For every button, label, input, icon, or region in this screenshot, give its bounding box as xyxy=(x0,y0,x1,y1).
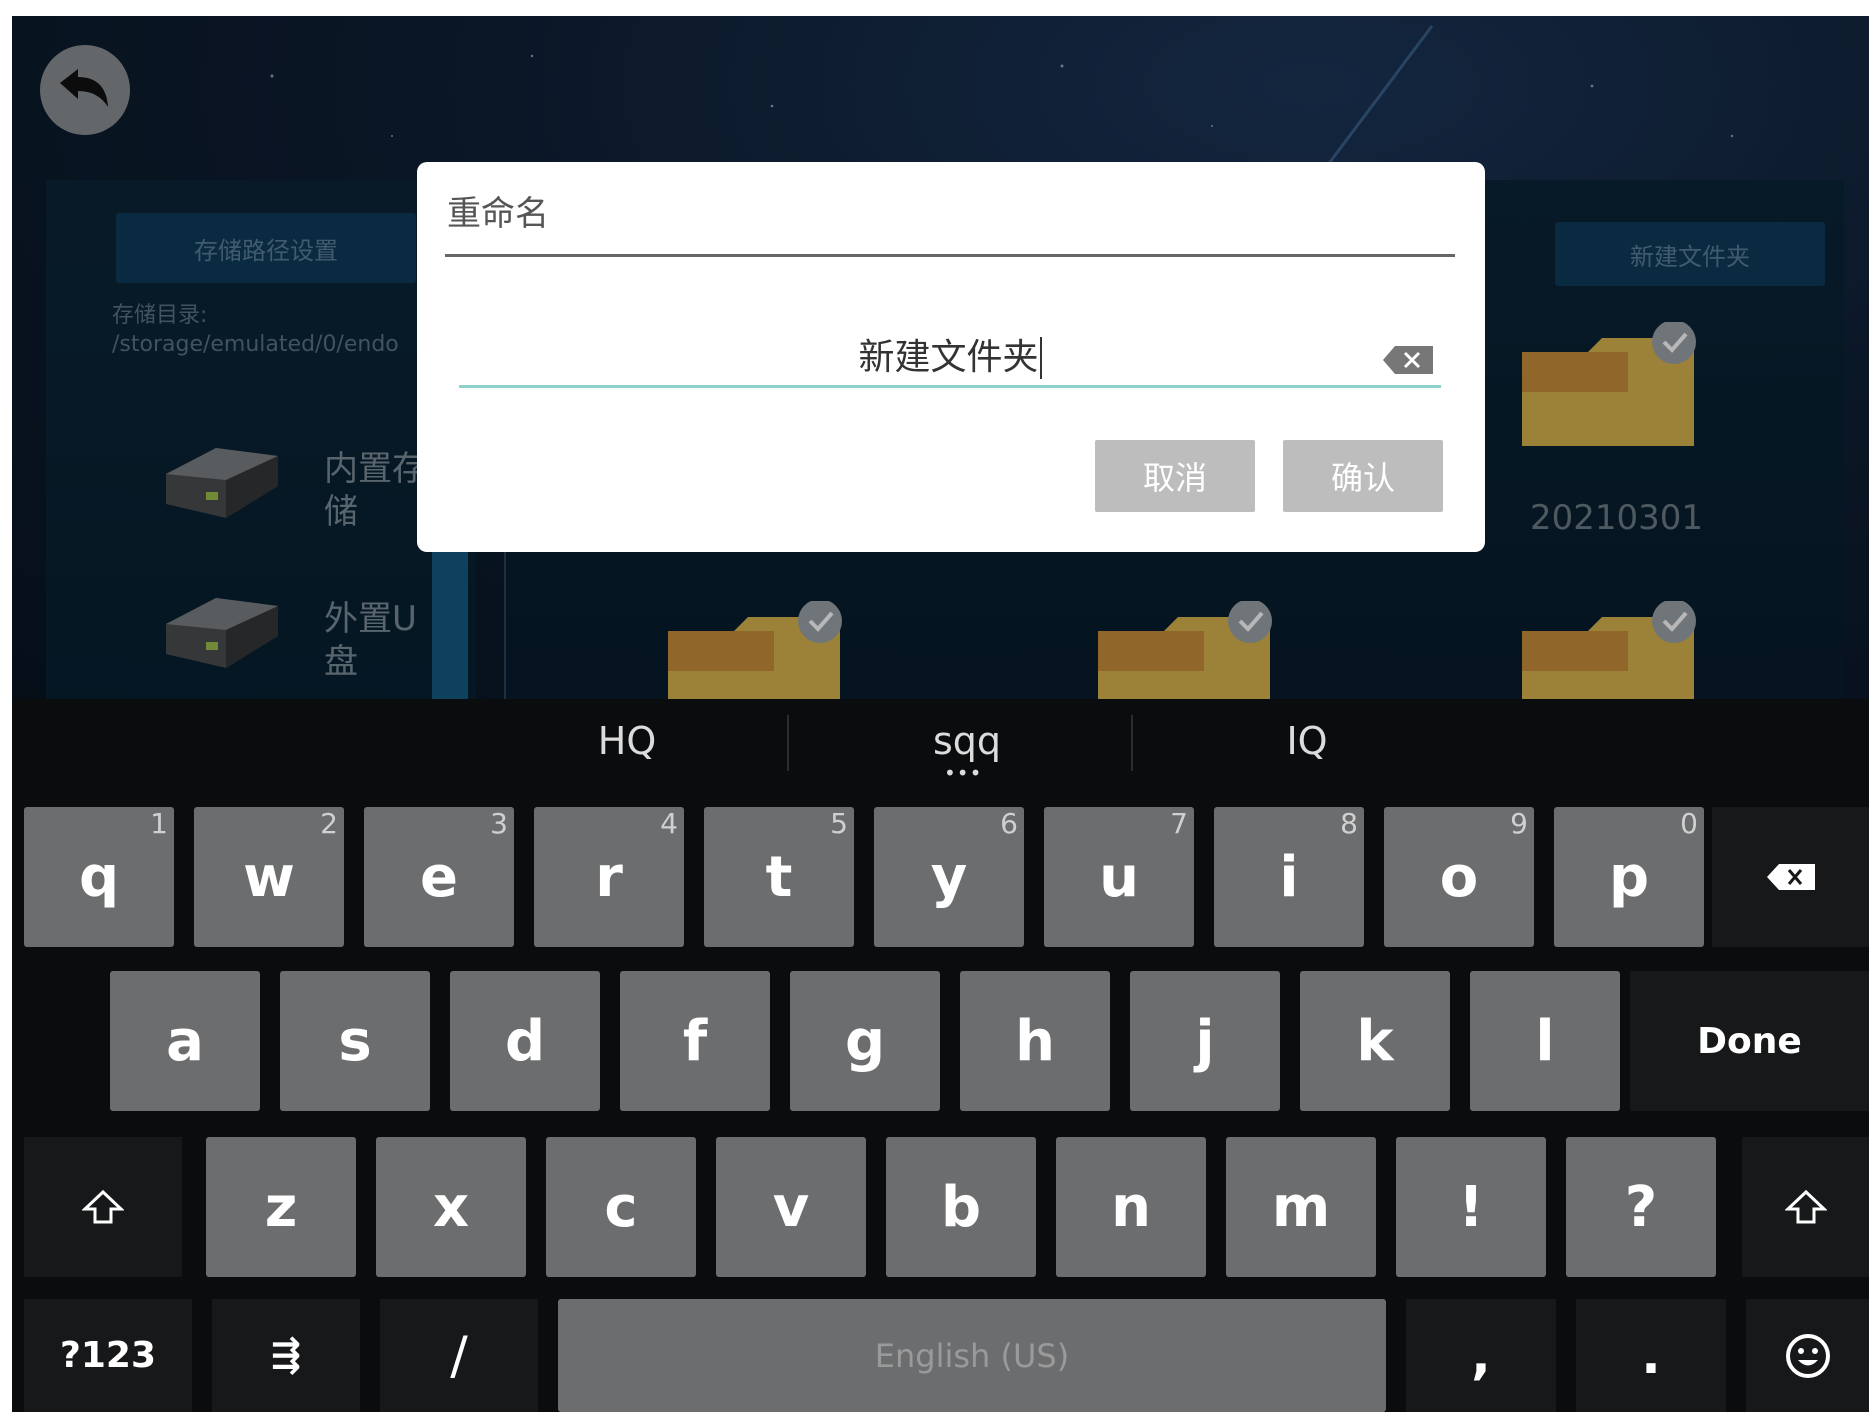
key-label: r xyxy=(595,844,623,910)
done-key[interactable]: Done xyxy=(1630,971,1869,1111)
key-label: t xyxy=(765,844,793,910)
more-suggestions-icon[interactable]: ••• xyxy=(944,761,982,785)
shift-left-key[interactable] xyxy=(24,1137,182,1277)
key-o[interactable]: o9 xyxy=(1384,807,1534,947)
dialog-divider xyxy=(445,254,1455,257)
suggestion-divider xyxy=(787,715,789,771)
key-label: v xyxy=(772,1174,810,1240)
key-z[interactable]: z xyxy=(206,1137,356,1277)
key-n[interactable]: n xyxy=(1056,1137,1206,1277)
key-hint: 0 xyxy=(1680,807,1698,840)
key-label: d xyxy=(504,1008,546,1074)
key-s[interactable]: s xyxy=(280,971,430,1111)
key-label: h xyxy=(1015,1008,1055,1074)
space-key[interactable]: English (US) xyxy=(558,1299,1386,1412)
rename-dialog: 重命名 新建文件夹 取消 确认 xyxy=(417,162,1485,552)
key-label: x xyxy=(432,1174,470,1240)
device-screen: 存储路径设置 存储目录: /storage/emulated/0/endo 内置… xyxy=(12,16,1869,1412)
suggestion-right[interactable]: IQ xyxy=(1137,699,1477,783)
folder-name-value: 新建文件夹 xyxy=(858,337,1042,379)
key-label: ? xyxy=(1624,1174,1658,1240)
key-y[interactable]: y6 xyxy=(874,807,1024,947)
key-label: c xyxy=(604,1174,638,1240)
key-label: b xyxy=(940,1174,982,1240)
dialog-title: 重命名 xyxy=(447,194,549,234)
emoji-icon xyxy=(1785,1333,1830,1378)
key-label: w xyxy=(243,844,295,910)
key-k[interactable]: k xyxy=(1300,971,1450,1111)
key-x[interactable]: x xyxy=(376,1137,526,1277)
key-label: z xyxy=(264,1174,298,1240)
keyboard-settings-key[interactable]: ⇶ xyxy=(212,1299,360,1412)
symbols-key[interactable]: ?123 xyxy=(24,1299,192,1412)
key-label: k xyxy=(1356,1008,1394,1074)
key-label: u xyxy=(1099,844,1139,910)
key-hint: 5 xyxy=(830,807,848,840)
key-m[interactable]: m xyxy=(1226,1137,1376,1277)
key-j[interactable]: j xyxy=(1130,971,1280,1111)
key-label: l xyxy=(1535,1008,1555,1074)
period-key[interactable]: . xyxy=(1576,1299,1726,1412)
key-hint: 6 xyxy=(1000,807,1018,840)
key-l[interactable]: l xyxy=(1470,971,1620,1111)
key-label: ! xyxy=(1458,1174,1484,1240)
key-label: y xyxy=(930,844,968,910)
key-f[interactable]: f xyxy=(620,971,770,1111)
folder-name-input[interactable]: 新建文件夹 xyxy=(459,330,1441,388)
key-label: o xyxy=(1439,844,1479,910)
soft-keyboard: HQ sqq IQ ••• Done ?123 ⇶ / English (US)… xyxy=(12,699,1869,1412)
key-v[interactable]: v xyxy=(716,1137,866,1277)
key-h[interactable]: h xyxy=(960,971,1110,1111)
key-i[interactable]: i8 xyxy=(1214,807,1364,947)
backspace-icon xyxy=(1766,864,1815,890)
clear-text-icon[interactable] xyxy=(1381,344,1435,376)
key-label: a xyxy=(166,1008,204,1074)
key-hint: 1 xyxy=(150,807,168,840)
key-a[interactable]: a xyxy=(110,971,260,1111)
key-label: f xyxy=(682,1008,708,1074)
key-q[interactable]: q1 xyxy=(24,807,174,947)
suggestion-left[interactable]: HQ xyxy=(457,699,797,783)
key-hint: 7 xyxy=(1170,807,1188,840)
key-hint: 9 xyxy=(1510,807,1528,840)
key-label: j xyxy=(1195,1008,1215,1074)
file-manager-app: 存储路径设置 存储目录: /storage/emulated/0/endo 内置… xyxy=(12,16,1869,699)
key-label: q xyxy=(78,844,120,910)
key-label: n xyxy=(1111,1174,1151,1240)
key-label: g xyxy=(844,1008,886,1074)
key-hint: 8 xyxy=(1340,807,1358,840)
suggestion-divider xyxy=(1131,715,1133,771)
key-label: s xyxy=(338,1008,372,1074)
comma-key[interactable]: , xyxy=(1406,1299,1556,1412)
cancel-button[interactable]: 取消 xyxy=(1095,440,1255,512)
key-w[interactable]: w2 xyxy=(194,807,344,947)
slash-key[interactable]: / xyxy=(380,1299,538,1412)
key-d[interactable]: d xyxy=(450,971,600,1111)
key-p[interactable]: p0 xyxy=(1554,807,1704,947)
suggestion-strip: HQ sqq IQ ••• xyxy=(12,699,1869,785)
key-label: e xyxy=(420,844,458,910)
key-label: p xyxy=(1608,844,1650,910)
key-![interactable]: ! xyxy=(1396,1137,1546,1277)
shift-icon xyxy=(1784,1189,1827,1224)
key-label: m xyxy=(1271,1174,1331,1240)
backspace-key[interactable] xyxy=(1712,807,1869,947)
key-?[interactable]: ? xyxy=(1566,1137,1716,1277)
shift-right-key[interactable] xyxy=(1742,1137,1869,1277)
shift-icon xyxy=(82,1189,124,1224)
key-u[interactable]: u7 xyxy=(1044,807,1194,947)
key-t[interactable]: t5 xyxy=(704,807,854,947)
key-g[interactable]: g xyxy=(790,971,940,1111)
key-b[interactable]: b xyxy=(886,1137,1036,1277)
confirm-button[interactable]: 确认 xyxy=(1283,440,1443,512)
key-hint: 3 xyxy=(490,807,508,840)
key-hint: 4 xyxy=(660,807,678,840)
key-hint: 2 xyxy=(320,807,338,840)
key-label: i xyxy=(1279,844,1299,910)
key-c[interactable]: c xyxy=(546,1137,696,1277)
key-e[interactable]: e3 xyxy=(364,807,514,947)
key-r[interactable]: r4 xyxy=(534,807,684,947)
emoji-key[interactable] xyxy=(1746,1299,1869,1412)
